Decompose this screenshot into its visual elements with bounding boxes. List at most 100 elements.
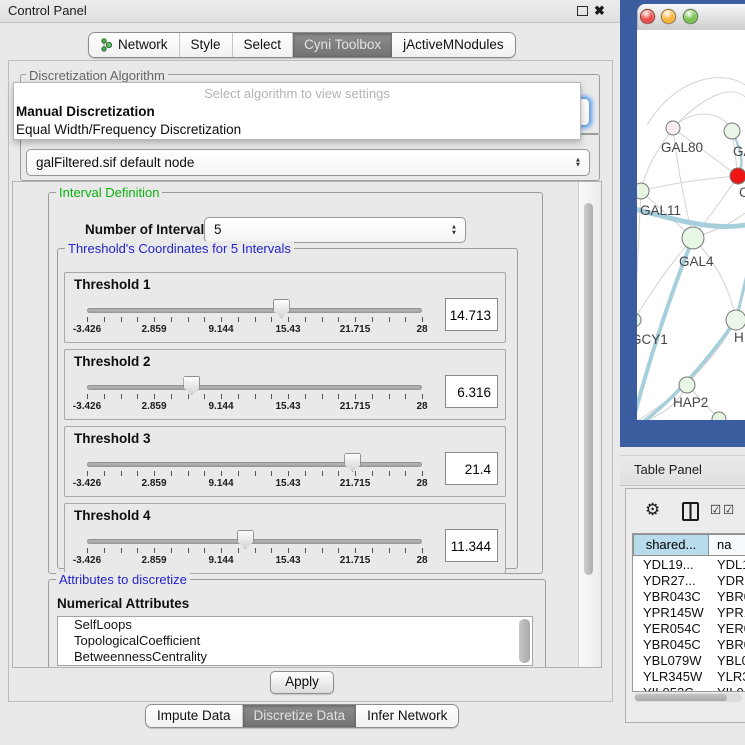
settings-scrollbar-thumb[interactable] (584, 203, 593, 575)
network-node[interactable] (679, 377, 695, 393)
cell-shared-name: YDR27... (634, 573, 709, 589)
slider-thumb-icon[interactable] (237, 530, 254, 549)
cell-name: YDL1 (709, 557, 745, 573)
table-row[interactable]: YPR145WYPR1 (634, 605, 745, 621)
tab-impute-data[interactable]: Impute Data (146, 705, 243, 727)
table-row[interactable]: YBR045CYBR0 (634, 637, 745, 653)
tick-mark (171, 471, 172, 476)
tick-mark (154, 317, 155, 322)
cell-shared-name: YBL079W (634, 653, 709, 669)
tick-label: 15.43 (265, 555, 311, 566)
number-of-intervals-label: Number of Intervals (85, 217, 212, 242)
tick-label: -3.426 (64, 401, 110, 412)
node-table-rows: YDL19...YDL1YDR27...YDR2YBR043CYBR0YPR14… (634, 557, 745, 691)
table-hscrollbar-thumb[interactable] (635, 694, 727, 701)
table-panel-title: Table Panel (634, 455, 702, 484)
algorithm-option-manual-discretization[interactable]: Manual Discretization (16, 103, 578, 121)
network-node[interactable] (637, 183, 649, 199)
network-edge[interactable] (693, 238, 736, 320)
discretization-algorithm-group-title: Discretization Algorithm (26, 68, 168, 83)
tick-mark (322, 471, 323, 476)
table-row[interactable]: YER054CYER0 (634, 621, 745, 637)
float-window-icon[interactable] (577, 6, 588, 16)
network-edge[interactable] (641, 128, 673, 191)
tick-mark (372, 317, 373, 322)
tick-mark (204, 394, 205, 399)
apply-button[interactable]: Apply (270, 671, 334, 694)
network-node[interactable] (666, 121, 680, 135)
node-label-gal11: GAL11 (640, 203, 681, 218)
tick-mark (87, 471, 88, 476)
network-edge[interactable] (673, 92, 745, 128)
network-node[interactable] (637, 313, 641, 327)
network-canvas[interactable]: GAL80GACGAL11GAL4GCY1HHAP2 (637, 30, 745, 420)
network-node[interactable] (730, 168, 745, 184)
attribute-item-betweennesscentrality[interactable]: BetweennessCentrality (58, 649, 532, 665)
tab-network[interactable]: Network (89, 33, 180, 57)
table-row[interactable]: YDL19...YDL1 (634, 557, 745, 573)
network-edge[interactable] (647, 78, 745, 125)
tab-jactivemnodules[interactable]: jActiveMNodules (392, 33, 515, 57)
numerical-attributes-list[interactable]: SelfLoopsTopologicalCoefficientBetweenne… (57, 616, 533, 666)
column-header-name[interactable]: na (709, 534, 745, 556)
tab-style[interactable]: Style (180, 33, 233, 57)
tick-mark (238, 394, 239, 399)
network-edge[interactable] (673, 114, 732, 131)
attribute-item-topologicalcoefficient[interactable]: TopologicalCoefficient (58, 633, 532, 649)
gear-icon[interactable]: ⚙ (645, 500, 660, 520)
threshold-slider-track[interactable] (87, 385, 422, 390)
threshold-value-box[interactable]: 6.316 (445, 375, 498, 408)
column-header-shared[interactable]: shared... (633, 534, 709, 556)
threshold-slider-track[interactable] (87, 539, 422, 544)
attribute-item-selfloops[interactable]: SelfLoops (58, 617, 532, 633)
tick-mark (171, 548, 172, 553)
threshold-slider-track[interactable] (87, 462, 422, 467)
table-row[interactable]: YLR345WYLR3 (634, 669, 745, 685)
tick-mark (372, 471, 373, 476)
network-edge[interactable] (637, 238, 693, 320)
slider-thumb-icon[interactable] (183, 376, 200, 395)
network-edge[interactable] (641, 176, 738, 191)
number-of-intervals-combobox[interactable]: 5 ▲▼ (204, 217, 466, 243)
checkbox-icon[interactable]: ☑ (710, 503, 721, 517)
tab-infer-network[interactable]: Infer Network (356, 705, 458, 727)
zoom-traffic-light[interactable] (683, 9, 698, 24)
settings-scrollbar[interactable] (578, 182, 600, 667)
minimize-traffic-light[interactable] (661, 9, 676, 24)
tick-mark (121, 394, 122, 399)
list-scrollbar[interactable] (519, 619, 530, 663)
tab-select[interactable]: Select (233, 33, 294, 57)
tab-discretize-data[interactable]: Discretize Data (243, 705, 357, 727)
threshold-value-box[interactable]: 11.344 (445, 529, 498, 562)
tick-mark (221, 548, 222, 553)
table-data-combobox[interactable]: galFiltered.sif default node ▲▼ (26, 149, 590, 176)
table-row[interactable]: YDR27...YDR2 (634, 573, 745, 589)
network-edge-highlighted[interactable] (736, 240, 745, 320)
slider-thumb-icon[interactable] (273, 299, 290, 318)
cell-shared-name: YER054C (634, 621, 709, 637)
network-node[interactable] (682, 227, 704, 249)
tick-label: 2.859 (131, 555, 177, 566)
tick-mark (238, 471, 239, 476)
checkbox-icon[interactable]: ☑ (723, 503, 734, 517)
threshold-value-box[interactable]: 21.4 (445, 452, 498, 485)
cell-shared-name: YDL19... (634, 557, 709, 573)
network-node[interactable] (726, 310, 745, 330)
tick-mark (255, 317, 256, 322)
slider-thumb-icon[interactable] (344, 453, 361, 472)
table-hscrollbar[interactable] (634, 693, 742, 702)
close-icon[interactable]: ✖ (594, 2, 605, 20)
network-node[interactable] (724, 123, 740, 139)
close-traffic-light[interactable] (640, 9, 655, 24)
tick-mark (221, 471, 222, 476)
table-row[interactable]: YIL052CYIL0 (634, 685, 745, 691)
columns-icon[interactable] (682, 502, 699, 521)
tick-label: 15.43 (265, 324, 311, 335)
tab-cyni-toolbox[interactable]: Cyni Toolbox (293, 33, 392, 57)
node-table-header: shared... na (633, 534, 745, 556)
threshold-slider-track[interactable] (87, 308, 422, 313)
threshold-value-box[interactable]: 14.713 (445, 298, 498, 331)
table-row[interactable]: YBR043CYBR0 (634, 589, 745, 605)
algorithm-option-equal-width-frequency-discretization[interactable]: Equal Width/Frequency Discretization (16, 121, 578, 139)
table-row[interactable]: YBL079WYBL0 (634, 653, 745, 669)
